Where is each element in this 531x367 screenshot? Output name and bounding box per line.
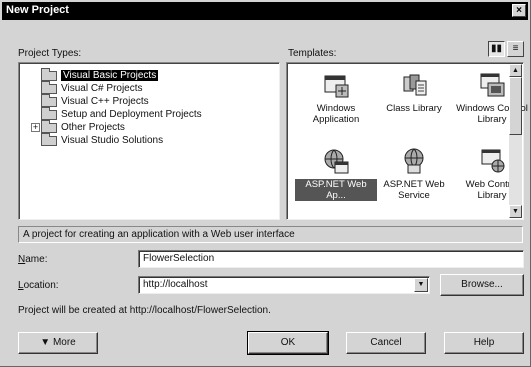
scroll-up-button[interactable]: ▲ [509,64,522,77]
templates-list[interactable]: Windows Application Class Library Windows … [286,62,528,220]
title-bar: New Project × [2,2,528,20]
template-description: A project for creating an application wi… [18,226,523,243]
windows-application-icon [322,71,350,99]
template-item[interactable]: Class Library [373,71,455,114]
large-icons-view-button[interactable]: ▮▮ [488,41,505,57]
templates-scrollbar[interactable]: ▲ ▼ [509,64,522,218]
folder-icon [41,93,57,107]
folder-icon [41,106,57,120]
template-item[interactable]: ASP.NET Web Ap... [295,147,377,201]
template-label: Windows Application [312,103,360,125]
template-label: ASP.NET Web Ap... [295,179,377,201]
project-type-label: Visual C# Projects [61,83,143,94]
project-types-tree[interactable]: Visual Basic Projects Visual C# Projects V… [18,62,280,220]
ok-button[interactable]: OK [247,331,329,355]
project-type-item[interactable]: + Other Projects [31,119,125,134]
help-button[interactable]: Help [444,332,524,354]
project-type-label: Other Projects [61,122,125,133]
asp-net-web-service-icon [400,147,428,175]
large-icons-view-icon: ▮▮ [490,43,502,54]
project-type-label: Visual Basic Projects [61,70,159,81]
more-button[interactable]: ▼ More [18,332,98,354]
new-project-dialog: New Project × Project Types: Visual Basi… [0,0,531,367]
location-dropdown-button[interactable]: ▼ [414,278,428,292]
scroll-thumb[interactable] [509,77,522,135]
more-button-label: More [52,337,76,348]
close-icon: × [516,5,522,16]
project-type-label: Visual Studio Solutions [61,135,164,146]
list-view-icon: ≡ [512,43,519,54]
project-type-label: Setup and Deployment Projects [61,109,202,120]
template-item[interactable]: ASP.NET Web Service [373,147,455,201]
project-location-hint: Project will be created at http://localh… [18,305,271,316]
folder-icon [41,80,57,94]
project-type-item[interactable]: Visual C++ Projects [41,93,149,108]
name-label: Name: [18,254,48,265]
location-combobox[interactable]: http://localhost ▼ [138,276,430,294]
cancel-button[interactable]: Cancel [346,332,426,354]
class-library-icon [400,71,428,99]
folder-icon [41,132,57,146]
location-label: Location: [18,280,59,291]
arrow-up-icon: ▲ [512,67,519,74]
folder-icon [41,119,57,133]
project-type-item[interactable]: Visual C# Projects [41,80,143,95]
project-type-label: Visual C++ Projects [61,96,149,107]
templates-label: Templates: [288,48,337,59]
close-button[interactable]: × [512,4,526,17]
project-type-item[interactable]: Visual Studio Solutions [41,132,164,147]
folder-icon [41,67,57,81]
arrow-down-icon: ▼ [512,208,519,215]
web-control-library-icon [478,147,506,175]
project-types-label: Project Types: [18,48,82,59]
chevron-down-icon: ▼ [417,281,425,288]
template-item[interactable]: Windows Application [295,71,377,125]
list-view-button[interactable]: ≡ [507,41,524,57]
template-label: ASP.NET Web Service [383,179,445,201]
dialog-title: New Project [6,4,69,16]
expand-icon[interactable]: + [31,123,40,132]
project-type-item[interactable]: Visual Basic Projects [41,67,159,82]
scroll-down-button[interactable]: ▼ [509,205,522,218]
expand-down-icon: ▼ [40,337,51,348]
browse-button[interactable]: Browse... [440,274,524,296]
template-label: Class Library [386,103,442,114]
project-name-input[interactable]: FlowerSelection [138,250,524,268]
location-value: http://localhost [143,279,208,290]
project-type-item[interactable]: Setup and Deployment Projects [41,106,202,121]
asp-net-web-application-icon [322,147,350,175]
windows-control-library-icon [478,71,506,99]
